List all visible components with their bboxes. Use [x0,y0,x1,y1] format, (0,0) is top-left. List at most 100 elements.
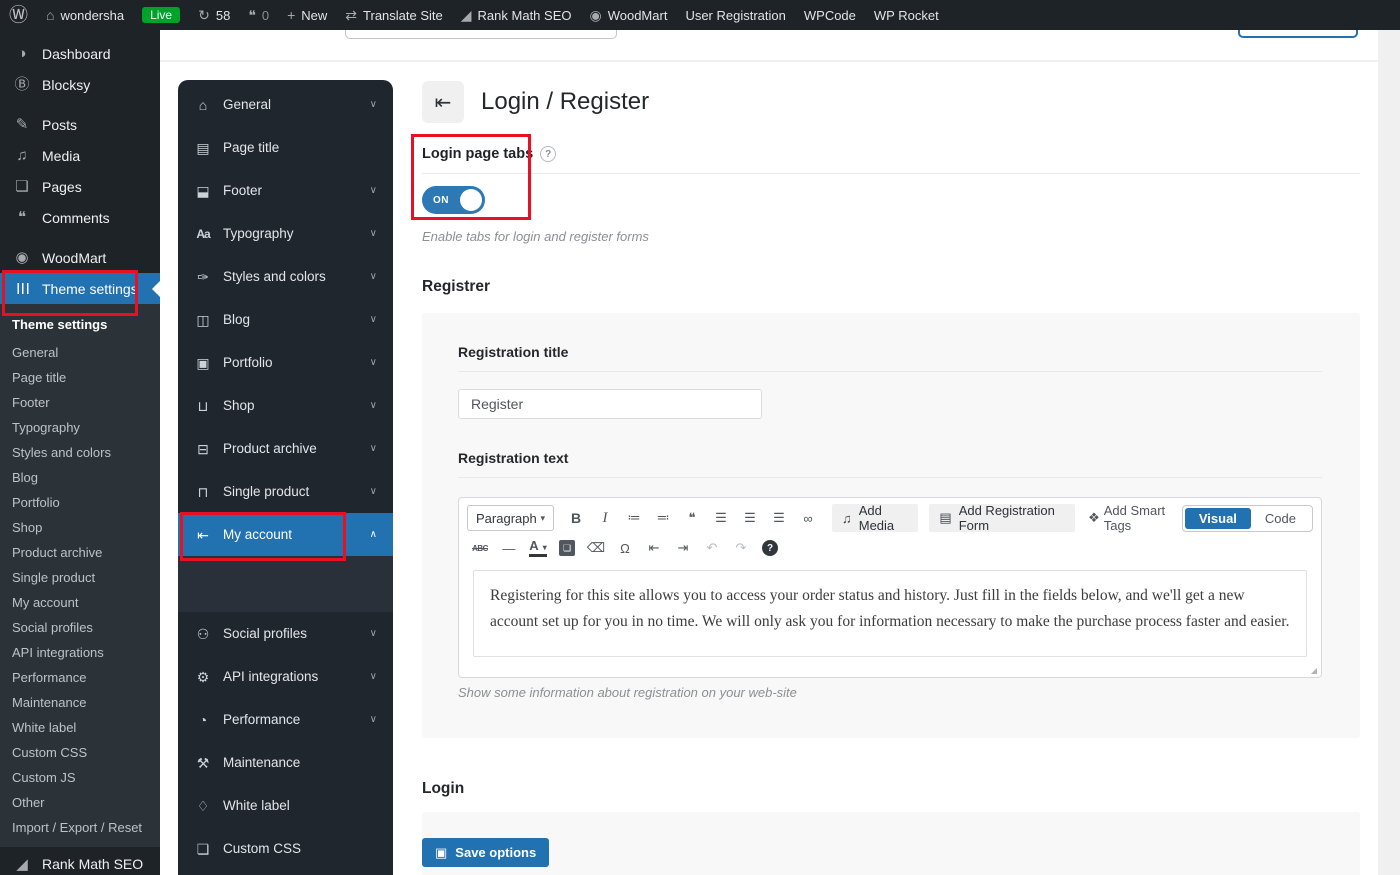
paste-as-text-button[interactable]: ❏ [554,536,580,560]
sidebar-item-media[interactable]: ♫ Media [0,140,160,171]
sidebar-item-comments[interactable]: ❝ Comments [0,202,160,233]
sidebar-separator[interactable] [0,233,160,242]
sidebar-item-posts[interactable]: ✎ Posts [0,109,160,140]
bullet-list-button[interactable]: ≔ [621,506,647,530]
bold-button[interactable]: B [563,506,589,530]
user-registration-menu[interactable]: User Registration [676,0,794,30]
add-media-button[interactable]: ♫ Add Media [832,504,918,532]
align-right-button[interactable]: ☰ [766,506,792,530]
hr-icon: — [503,541,516,556]
sidebar-submenu-item[interactable]: Import / Export / Reset [0,814,160,839]
sidebar-submenu-item[interactable]: Styles and colors [0,439,160,464]
add-smart-tags-button[interactable]: ❖ Add Smart Tags [1088,503,1179,533]
panel-item-page-title[interactable]: ▤ Page title [178,126,393,169]
panel-item-footer[interactable]: ⬓ Footer ∨ [178,169,393,212]
sliders-icon: ☰ [15,279,30,299]
login-page-tabs-toggle[interactable]: ON [422,186,485,214]
clear-format-icon: ⌫ [587,540,605,556]
translate-site-menu[interactable]: ⇄ Translate Site [336,0,451,30]
panel-item-product-archive[interactable]: ⊟ Product archive ∨ [178,427,393,470]
panel-item-api-integrations[interactable]: ⚙ API integrations ∨ [178,655,393,698]
undo-button[interactable]: ↶ [699,536,725,560]
sidebar-submenu-item[interactable]: Custom JS [0,764,160,789]
help-button[interactable]: ? [757,536,783,560]
sidebar-submenu-item[interactable]: Social profiles [0,614,160,639]
sidebar-item-rank-math-seo[interactable]: ◢ Rank Math SEO [0,849,160,875]
panel-item-maintenance[interactable]: ⚒ Maintenance [178,741,393,784]
panel-item-my-account[interactable]: ⇤ My account ∧ [178,513,393,556]
sidebar-item-pages[interactable]: ❏ Pages [0,171,160,202]
panel-item-general[interactable]: ⌂ General ∨ [178,83,393,126]
sidebar-submenu-item[interactable]: Page title [0,364,160,389]
sidebar-submenu-item[interactable]: Blog [0,464,160,489]
blockquote-button[interactable]: ❝ [679,506,705,530]
sidebar-submenu-item[interactable]: Typography [0,414,160,439]
align-left-button[interactable]: ☰ [708,506,734,530]
panel-item-blog[interactable]: ◫ Blog ∨ [178,298,393,341]
align-center-button[interactable]: ☰ [737,506,763,530]
sidebar-submenu-item[interactable]: API integrations [0,639,160,664]
login-page-tabs-hint: Enable tabs for login and register forms [422,229,649,244]
sidebar-submenu-item[interactable]: Shop [0,514,160,539]
panel-item-performance[interactable]: ◔ Performance ∨ [178,698,393,741]
link-button[interactable]: ∞ [795,506,821,530]
panel-item-styles-and-colors[interactable]: ✑ Styles and colors ∨ [178,255,393,298]
registration-title-input[interactable] [458,389,762,419]
registration-text-content[interactable]: Registering for this site allows you to … [473,570,1307,657]
comments-menu[interactable]: ❝ 0 [239,0,278,30]
sidebar-submenu-item[interactable]: Custom CSS [0,739,160,764]
save-options-button[interactable]: ▣ Save options [422,838,549,867]
woodmart-menu[interactable]: ◉ WoodMart [580,0,676,30]
panel-item-social-profiles[interactable]: ⚇ Social profiles ∨ [178,612,393,655]
paragraph-select[interactable]: Paragraph ▾ [467,505,554,531]
horizontal-rule-button[interactable]: — [496,536,522,560]
help-icon[interactable]: ? [540,146,556,162]
panel-subitem-login-register[interactable] [178,562,393,582]
sidebar-separator[interactable] [0,100,160,109]
sidebar-submenu-item[interactable]: Footer [0,389,160,414]
login-page-tabs-label: Login page tabs [422,146,533,162]
panel-subitem-dashboard[interactable] [178,582,393,602]
sidebar-submenu-item[interactable]: White label [0,714,160,739]
sidebar-submenu-item[interactable]: Single product [0,564,160,589]
live-badge[interactable]: Live [133,0,189,30]
panel-item-custom-css[interactable]: ❏ Custom CSS [178,827,393,870]
add-registration-form-button[interactable]: ▤ Add Registration Form [929,504,1075,532]
wpcode-menu[interactable]: WPCode [795,0,865,30]
new-menu[interactable]: + New [278,0,336,30]
special-character-button[interactable]: Ω [612,536,638,560]
numbered-list-button[interactable]: ≕ [650,506,676,530]
rank-math-seo-menu[interactable]: ◢ Rank Math SEO [452,0,581,30]
outdent-button[interactable]: ⇤ [641,536,667,560]
sidebar-submenu-item[interactable]: General [0,339,160,364]
sidebar-submenu-item[interactable]: Other [0,789,160,814]
sidebar-submenu-item[interactable]: Portfolio [0,489,160,514]
site-name-menu[interactable]: ⌂ wondersha [37,0,133,30]
submenu-title[interactable]: Theme settings [0,304,160,339]
wp-logo-menu[interactable]: Ⓦ [0,0,37,30]
sidebar-submenu-item[interactable]: Product archive [0,539,160,564]
text-color-button[interactable]: A [525,536,551,560]
strikethrough-button[interactable]: ABC [467,536,493,560]
sidebar-item-dashboard[interactable]: ◑ Dashboard [0,38,160,69]
sidebar-item-theme-settings[interactable]: ☰ Theme settings [0,273,160,304]
panel-item-single-product[interactable]: ⊓ Single product ∨ [178,470,393,513]
wp-rocket-menu[interactable]: WP Rocket [865,0,948,30]
redo-button[interactable]: ↷ [728,536,754,560]
clear-formatting-button[interactable]: ⌫ [583,536,609,560]
sidebar-item-blocksy[interactable]: Ⓑ Blocksy [0,69,160,100]
italic-button[interactable]: I [592,506,618,530]
code-tab[interactable]: Code [1251,508,1310,529]
sidebar-submenu-item[interactable]: My account [0,589,160,614]
updates-menu[interactable]: ↻ 58 [189,0,239,30]
sidebar-item-woodmart[interactable]: ◉ WoodMart [0,242,160,273]
panel-item-typography[interactable]: Aa Typography ∨ [178,212,393,255]
indent-button[interactable]: ⇥ [670,536,696,560]
sidebar-submenu-item[interactable]: Maintenance [0,689,160,714]
editor-resize-handle[interactable]: ◢ [1311,666,1317,675]
sidebar-submenu-item[interactable]: Performance [0,664,160,689]
panel-item-shop[interactable]: ⊔ Shop ∨ [178,384,393,427]
panel-item-portfolio[interactable]: ▣ Portfolio ∨ [178,341,393,384]
visual-tab[interactable]: Visual [1185,508,1251,529]
panel-item-white-label[interactable]: ♢ White label [178,784,393,827]
